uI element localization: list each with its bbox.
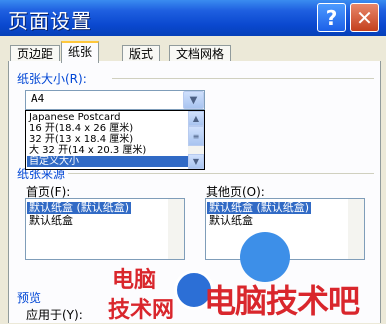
help-button[interactable]: ? [317, 3, 346, 32]
dropdown-option[interactable]: 32 开(13 x 18.4 厘米) [27, 134, 189, 145]
watermark-text-line1: 电脑 [112, 268, 157, 293]
scroll-up-button[interactable]: ▲ [188, 111, 204, 126]
tab-margins[interactable]: 页边距 [10, 45, 61, 62]
close-button[interactable]: ✕ [350, 3, 379, 32]
watermark-brand-text: 电脑技术吧 [204, 282, 360, 320]
tab-layout[interactable]: 版式 [122, 45, 161, 62]
list-item[interactable]: 默认纸盒 [207, 215, 255, 227]
apply-to-label: 应用于(Y): [26, 308, 83, 322]
chevron-down-icon: ▼ [189, 94, 198, 106]
help-icon: ? [325, 5, 338, 30]
scroll-thumb[interactable]: ≡ [188, 126, 204, 146]
paper-size-divider [112, 78, 374, 79]
other-pages-scrollbar[interactable] [348, 199, 364, 259]
tab-paper[interactable]: 纸张 [61, 41, 100, 63]
tab-document-grid[interactable]: 文档网格 [169, 45, 232, 62]
watermark-shape [240, 232, 290, 282]
paper-size-select[interactable] [25, 90, 205, 110]
dropdown-option-selected[interactable]: 自定义大小 [27, 156, 189, 167]
dropdown-scrollbar[interactable]: ▲ ≡ ▼ [188, 111, 204, 169]
first-page-listbox[interactable]: 默认纸盒 (默认纸盒) 默认纸盒 [25, 198, 185, 260]
paper-size-dropdown-button[interactable]: ▼ [183, 91, 204, 109]
paper-size-dropdown-list[interactable]: Japanese Postcard 16 开(18.4 x 26 厘米) 32 … [25, 110, 205, 170]
dropdown-option[interactable]: 16 开(18.4 x 26 厘米) [27, 123, 189, 134]
dropdown-option[interactable]: 大 32 开(14 x 20.3 厘米) [27, 145, 189, 156]
list-item-selected[interactable]: 默认纸盒 (默认纸盒) [27, 202, 132, 214]
list-item-selected[interactable]: 默认纸盒 (默认纸盒) [207, 202, 312, 214]
chevron-up-icon: ▲ [192, 114, 200, 123]
chevron-down-icon: ▼ [192, 157, 200, 166]
first-page-scrollbar[interactable] [168, 199, 184, 259]
scroll-down-button[interactable]: ▼ [188, 154, 204, 169]
paper-source-divider [68, 173, 374, 174]
list-item[interactable]: 默认纸盒 [27, 215, 75, 227]
paper-size-value: A4 [31, 92, 45, 105]
paper-size-label: 纸张大小(R): [17, 72, 87, 86]
preview-label: 预览 [17, 291, 42, 305]
watermark-text-line2: 技术网 [108, 298, 175, 323]
dropdown-option[interactable]: Japanese Postcard [27, 112, 189, 123]
window-title: 页面设置 [8, 9, 92, 33]
close-icon: ✕ [356, 5, 373, 30]
grip-icon: ≡ [192, 131, 200, 141]
